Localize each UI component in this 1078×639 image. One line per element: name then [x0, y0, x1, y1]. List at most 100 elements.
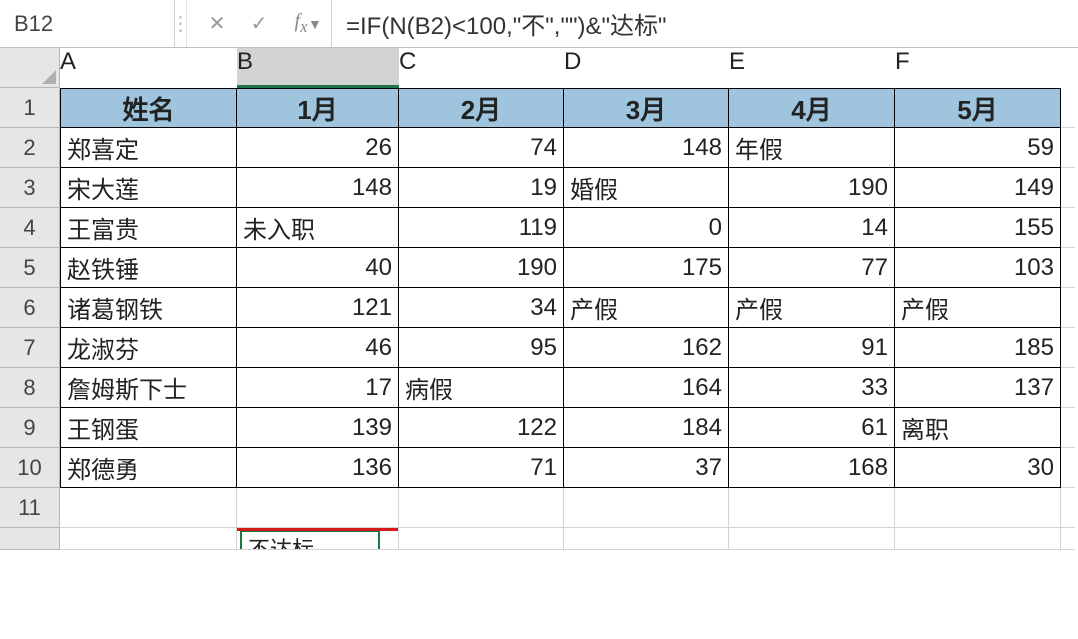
cell-B4[interactable]: 未入职 — [237, 208, 399, 248]
cell-B10[interactable]: 136 — [237, 448, 399, 488]
cell-A12[interactable] — [60, 528, 237, 550]
cell-E3[interactable]: 190 — [729, 168, 895, 208]
cell-F12[interactable] — [895, 528, 1061, 550]
cell-B9[interactable]: 139 — [237, 408, 399, 448]
row-header-9[interactable]: 9 — [0, 408, 60, 448]
cell-D9[interactable]: 184 — [564, 408, 729, 448]
cell-A6[interactable]: 诸葛钢铁 — [60, 288, 237, 328]
row-header-4[interactable]: 4 — [0, 208, 60, 248]
cell-B1[interactable]: 1月 — [237, 88, 399, 128]
cell-E6[interactable]: 产假 — [729, 288, 895, 328]
col-header-C[interactable]: C — [399, 48, 564, 88]
row-header-7[interactable]: 7 — [0, 328, 60, 368]
cell-C1[interactable]: 2月 — [399, 88, 564, 128]
cell-A1[interactable]: 姓名 — [60, 88, 237, 128]
cell-A7[interactable]: 龙淑芬 — [60, 328, 237, 368]
col-header-B[interactable]: B — [237, 48, 399, 88]
cell-F11[interactable] — [895, 488, 1061, 528]
cell-B2[interactable]: 26 — [237, 128, 399, 168]
cell-E11[interactable] — [729, 488, 895, 528]
cell-B7[interactable]: 46 — [237, 328, 399, 368]
cell-F5[interactable]: 103 — [895, 248, 1061, 288]
cell-E2[interactable]: 年假 — [729, 128, 895, 168]
cell-F10[interactable]: 30 — [895, 448, 1061, 488]
enter-icon[interactable]: ✓ — [247, 11, 271, 36]
cell-C2[interactable]: 74 — [399, 128, 564, 168]
cell-E7[interactable]: 91 — [729, 328, 895, 368]
cell-D1[interactable]: 3月 — [564, 88, 729, 128]
cell-F7[interactable]: 185 — [895, 328, 1061, 368]
cell-C5[interactable]: 190 — [399, 248, 564, 288]
formula-input[interactable] — [331, 0, 1078, 47]
cell-C6[interactable]: 34 — [399, 288, 564, 328]
cell-A2[interactable]: 郑喜定 — [60, 128, 237, 168]
cell-F6[interactable]: 产假 — [895, 288, 1061, 328]
cell-C11[interactable] — [399, 488, 564, 528]
fx-icon[interactable]: fx — [289, 10, 313, 37]
select-all-corner[interactable] — [0, 48, 60, 88]
cell-E12[interactable] — [729, 528, 895, 550]
row-header-8[interactable]: 8 — [0, 368, 60, 408]
row-header-3[interactable]: 3 — [0, 168, 60, 208]
cell-F1[interactable]: 5月 — [895, 88, 1061, 128]
cell-E8[interactable]: 33 — [729, 368, 895, 408]
cell-edge-5 — [1061, 248, 1075, 288]
cell-D12[interactable] — [564, 528, 729, 550]
cell-C8[interactable]: 病假 — [399, 368, 564, 408]
cell-D10[interactable]: 37 — [564, 448, 729, 488]
cell-B12[interactable]: 不达标 — [237, 528, 399, 550]
cell-E9[interactable]: 61 — [729, 408, 895, 448]
cell-F3[interactable]: 149 — [895, 168, 1061, 208]
cell-C9[interactable]: 122 — [399, 408, 564, 448]
cell-E10[interactable]: 168 — [729, 448, 895, 488]
row-header-1[interactable]: 1 — [0, 88, 60, 128]
cell-E1[interactable]: 4月 — [729, 88, 895, 128]
cell-D3[interactable]: 婚假 — [564, 168, 729, 208]
cell-D6[interactable]: 产假 — [564, 288, 729, 328]
cell-E5[interactable]: 77 — [729, 248, 895, 288]
cell-F8[interactable]: 137 — [895, 368, 1061, 408]
cell-B6[interactable]: 121 — [237, 288, 399, 328]
col-header-edge — [1061, 48, 1075, 88]
cell-F4[interactable]: 155 — [895, 208, 1061, 248]
cell-E4[interactable]: 14 — [729, 208, 895, 248]
cell-D7[interactable]: 162 — [564, 328, 729, 368]
cell-F2[interactable]: 59 — [895, 128, 1061, 168]
spreadsheet-grid[interactable]: A B C D E F 1 姓名 1月 2月 3月 4月 5月 2 郑喜定 26… — [0, 48, 1078, 568]
cell-C7[interactable]: 95 — [399, 328, 564, 368]
cell-A5[interactable]: 赵铁锤 — [60, 248, 237, 288]
cancel-icon[interactable]: ✕ — [205, 11, 229, 36]
cell-C12[interactable] — [399, 528, 564, 550]
cell-A10[interactable]: 郑德勇 — [60, 448, 237, 488]
cell-B8[interactable]: 17 — [237, 368, 399, 408]
col-header-D[interactable]: D — [564, 48, 729, 88]
cell-C3[interactable]: 19 — [399, 168, 564, 208]
name-box-container[interactable]: ▼ — [0, 0, 175, 47]
cell-A3[interactable]: 宋大莲 — [60, 168, 237, 208]
col-header-A[interactable]: A — [60, 48, 237, 88]
cell-D4[interactable]: 0 — [564, 208, 729, 248]
cell-F9[interactable]: 离职 — [895, 408, 1061, 448]
row-header-12[interactable] — [0, 528, 60, 550]
row-header-6[interactable]: 6 — [0, 288, 60, 328]
row-header-5[interactable]: 5 — [0, 248, 60, 288]
active-cell-value: 不达标 — [240, 530, 380, 550]
cell-C10[interactable]: 71 — [399, 448, 564, 488]
cell-B11[interactable] — [237, 488, 399, 528]
cell-A9[interactable]: 王钢蛋 — [60, 408, 237, 448]
cell-A4[interactable]: 王富贵 — [60, 208, 237, 248]
cell-A8[interactable]: 詹姆斯下士 — [60, 368, 237, 408]
cell-C4[interactable]: 119 — [399, 208, 564, 248]
cell-D2[interactable]: 148 — [564, 128, 729, 168]
cell-A11[interactable] — [60, 488, 237, 528]
cell-B3[interactable]: 148 — [237, 168, 399, 208]
col-header-F[interactable]: F — [895, 48, 1061, 88]
row-header-10[interactable]: 10 — [0, 448, 60, 488]
row-header-11[interactable]: 11 — [0, 488, 60, 528]
cell-D8[interactable]: 164 — [564, 368, 729, 408]
cell-B5[interactable]: 40 — [237, 248, 399, 288]
col-header-E[interactable]: E — [729, 48, 895, 88]
cell-D11[interactable] — [564, 488, 729, 528]
cell-D5[interactable]: 175 — [564, 248, 729, 288]
row-header-2[interactable]: 2 — [0, 128, 60, 168]
